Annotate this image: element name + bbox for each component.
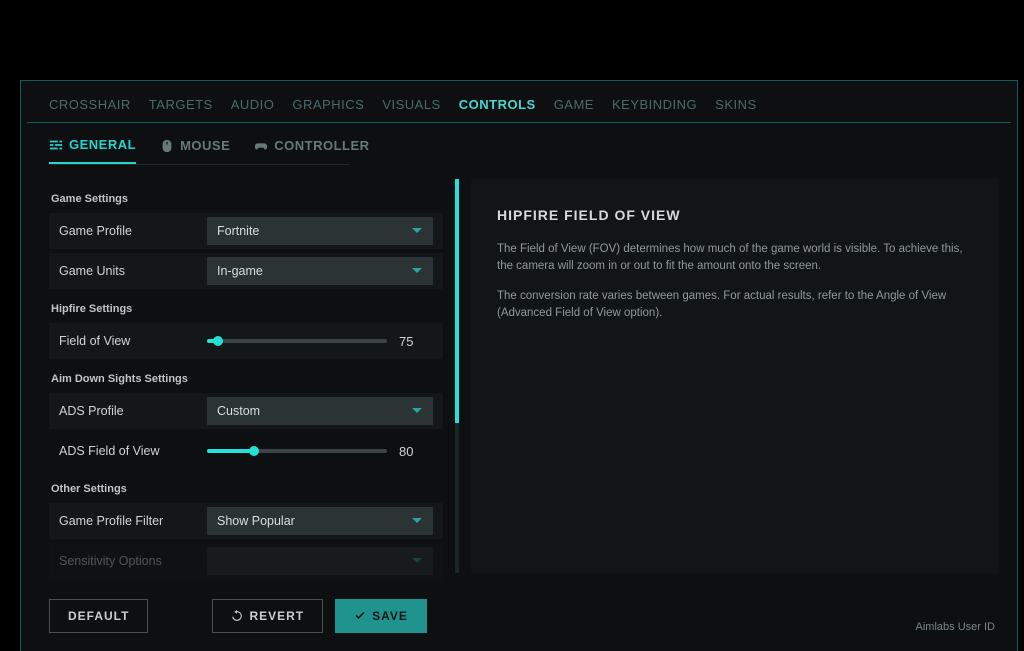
top-tabs: CROSSHAIR TARGETS AUDIO GRAPHICS VISUALS… <box>21 81 1017 122</box>
tab-audio[interactable]: AUDIO <box>231 97 275 122</box>
chevron-down-icon <box>411 225 423 237</box>
chevron-down-icon <box>411 405 423 417</box>
row-hipfire-fov: Field of View 75 <box>49 323 443 359</box>
row-ads-profile: ADS Profile Custom <box>49 393 443 429</box>
scrollbar-thumb[interactable] <box>455 179 459 423</box>
value-hipfire-fov: 75 <box>399 334 433 349</box>
label-hipfire-fov: Field of View <box>59 334 207 348</box>
scrollbar-track[interactable] <box>455 179 459 573</box>
row-game-units: Game Units In-game <box>49 253 443 289</box>
slider-hipfire-fov[interactable]: 75 <box>207 334 433 349</box>
select-game-profile[interactable]: Fortnite <box>207 217 433 245</box>
sub-tabs: GENERAL MOUSE CONTROLLER <box>21 123 361 164</box>
label-ads-profile: ADS Profile <box>59 404 207 418</box>
section-game-settings: Game Settings <box>51 193 443 205</box>
section-hipfire: Hipfire Settings <box>51 303 443 315</box>
detail-p1: The Field of View (FOV) determines how m… <box>497 241 973 276</box>
sub-underline <box>49 164 349 165</box>
select-game-units[interactable]: In-game <box>207 257 433 285</box>
save-button-label: SAVE <box>372 609 408 623</box>
select-game-profile-value: Fortnite <box>217 224 259 238</box>
row-profile-filter: Game Profile Filter Show Popular <box>49 503 443 539</box>
detail-pane: HIPFIRE FIELD OF VIEW The Field of View … <box>471 179 999 573</box>
select-ads-profile[interactable]: Custom <box>207 397 433 425</box>
chevron-down-icon <box>411 265 423 277</box>
user-id-label: Aimlabs User ID <box>916 621 995 633</box>
subtab-controller[interactable]: CONTROLLER <box>254 137 369 164</box>
subtab-controller-label: CONTROLLER <box>274 138 369 153</box>
slider-thumb[interactable] <box>249 446 259 456</box>
slider-fill <box>207 449 254 453</box>
detail-title: HIPFIRE FIELD OF VIEW <box>497 207 973 223</box>
content-area: Game Settings Game Profile Fortnite Game… <box>49 179 999 573</box>
select-ads-profile-value: Custom <box>217 404 260 418</box>
default-button-label: DEFAULT <box>68 609 129 623</box>
revert-button-label: REVERT <box>249 609 304 623</box>
slider-ads-fov[interactable]: 80 <box>207 444 433 459</box>
label-profile-filter: Game Profile Filter <box>59 514 207 528</box>
value-ads-fov: 80 <box>399 444 433 459</box>
detail-p2: The conversion rate varies between games… <box>497 288 973 323</box>
sliders-icon <box>49 138 63 152</box>
slider-thumb[interactable] <box>213 336 223 346</box>
row-game-profile: Game Profile Fortnite <box>49 213 443 249</box>
select-truncated[interactable] <box>207 547 433 575</box>
section-other: Other Settings <box>51 483 443 495</box>
tab-game[interactable]: GAME <box>554 97 594 122</box>
settings-window: CROSSHAIR TARGETS AUDIO GRAPHICS VISUALS… <box>20 80 1018 651</box>
row-truncated: Sensitivity Options <box>49 543 443 579</box>
label-game-units: Game Units <box>59 264 207 278</box>
select-profile-filter[interactable]: Show Popular <box>207 507 433 535</box>
tab-skins[interactable]: SKINS <box>715 97 757 122</box>
subtab-mouse-label: MOUSE <box>180 138 230 153</box>
select-profile-filter-value: Show Popular <box>217 514 295 528</box>
tab-targets[interactable]: TARGETS <box>149 97 213 122</box>
tab-crosshair[interactable]: CROSSHAIR <box>49 97 131 122</box>
settings-list: Game Settings Game Profile Fortnite Game… <box>49 179 459 573</box>
slider-track <box>207 449 387 453</box>
label-truncated: Sensitivity Options <box>59 554 207 568</box>
subtab-mouse[interactable]: MOUSE <box>160 137 230 164</box>
slider-track <box>207 339 387 343</box>
chevron-down-icon <box>411 515 423 527</box>
tab-controls[interactable]: CONTROLS <box>459 97 536 122</box>
default-button[interactable]: DEFAULT <box>49 599 148 633</box>
chevron-down-icon <box>411 555 423 567</box>
label-ads-fov: ADS Field of View <box>59 444 207 458</box>
subtab-general-label: GENERAL <box>69 137 136 152</box>
label-game-profile: Game Profile <box>59 224 207 238</box>
bottom-bar: DEFAULT REVERT SAVE Aimlabs User ID <box>49 599 999 633</box>
tab-graphics[interactable]: GRAPHICS <box>292 97 364 122</box>
subtab-general[interactable]: GENERAL <box>49 137 136 164</box>
revert-icon <box>231 610 243 622</box>
row-ads-fov: ADS Field of View 80 <box>49 433 443 469</box>
controller-icon <box>254 139 268 153</box>
section-ads: Aim Down Sights Settings <box>51 373 443 385</box>
select-game-units-value: In-game <box>217 264 263 278</box>
revert-button[interactable]: REVERT <box>212 599 323 633</box>
tab-visuals[interactable]: VISUALS <box>382 97 440 122</box>
mouse-icon <box>160 139 174 153</box>
save-button[interactable]: SAVE <box>335 599 427 633</box>
check-icon <box>354 610 366 622</box>
tab-keybinding[interactable]: KEYBINDING <box>612 97 697 122</box>
